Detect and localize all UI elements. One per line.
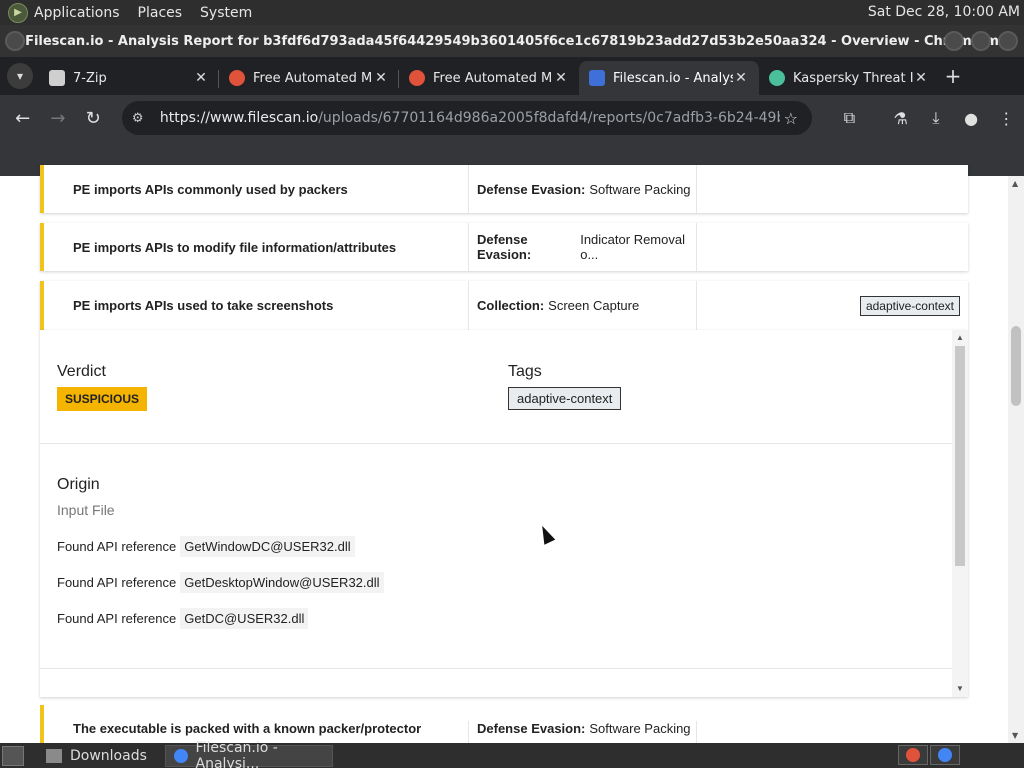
tab-label: Free Automated M bbox=[433, 70, 553, 86]
api-name: GetWindowDC@USER32.dll bbox=[180, 536, 355, 557]
task-chromium[interactable]: Filescan.io - Analysi... bbox=[164, 740, 333, 768]
signature-tags bbox=[696, 165, 968, 213]
bookmark-star-icon[interactable]: ☆ bbox=[780, 109, 802, 128]
signature-title: PE imports APIs to modify file informati… bbox=[73, 239, 397, 255]
mitre-technique: Defense Evasion: Software Packing bbox=[468, 165, 696, 213]
signature-title: PE imports APIs used to take screenshots bbox=[73, 298, 334, 313]
tab-filescan[interactable]: Filescan.io - Analys ✕ bbox=[579, 61, 759, 95]
address-bar[interactable]: ⚙ https://www.filescan.io/uploads/677011… bbox=[121, 101, 812, 135]
origin-value: Input File bbox=[57, 502, 115, 518]
7zip-icon bbox=[49, 70, 65, 86]
origin-heading: Origin bbox=[57, 476, 100, 493]
tab-free-automated-2[interactable]: Free Automated M ✕ bbox=[399, 61, 579, 95]
firefox-icon bbox=[229, 70, 245, 86]
api-name: GetDC@USER32.dll bbox=[180, 608, 309, 629]
tab-search-icon[interactable]: ▾ bbox=[7, 63, 33, 89]
tab-label: Kaspersky Threat I bbox=[793, 70, 913, 86]
reload-icon[interactable]: ↻ bbox=[77, 101, 110, 135]
forward-arrow-icon[interactable]: → bbox=[41, 101, 74, 135]
api-reference: Found API reference GetDesktopWindow@USER… bbox=[57, 572, 384, 593]
window-menu-icon[interactable] bbox=[5, 31, 25, 51]
task-downloads[interactable]: Downloads bbox=[38, 745, 155, 767]
tag-badge[interactable]: adaptive-context bbox=[859, 295, 960, 316]
tab-label: Filescan.io - Analys bbox=[613, 70, 733, 86]
browser-toolbar: ← → ↻ ⚙ https://www.filescan.io/uploads/… bbox=[0, 95, 1024, 141]
site-info-icon[interactable]: ⚙ bbox=[132, 111, 154, 126]
tab-7zip[interactable]: 7-Zip ✕ bbox=[39, 61, 219, 95]
tab-close-icon[interactable]: ✕ bbox=[193, 70, 209, 86]
taskbar: Downloads Filescan.io - Analysi... bbox=[0, 740, 1024, 768]
signature-title: The executable is packed with a known pa… bbox=[73, 721, 422, 736]
back-arrow-icon[interactable]: ← bbox=[6, 101, 39, 135]
firefox-launcher-icon[interactable] bbox=[898, 745, 928, 765]
minimize-icon[interactable] bbox=[944, 31, 964, 51]
tab-label: 7-Zip bbox=[73, 70, 107, 86]
tab-close-icon[interactable]: ✕ bbox=[913, 70, 929, 86]
mitre-technique: Collection: Screen Capture bbox=[468, 281, 696, 330]
window-titlebar: Filescan.io - Analysis Report for b3fdf6… bbox=[0, 25, 1024, 57]
tag-badge[interactable]: adaptive-context bbox=[508, 387, 622, 410]
close-window-icon[interactable] bbox=[998, 31, 1018, 51]
tab-strip: ▾ 7-Zip ✕ Free Automated M ✕ Free Automa… bbox=[0, 57, 1024, 95]
api-reference: Found API reference GetWindowDC@USER32.dl… bbox=[57, 536, 355, 557]
verdict-badge: SUSPICIOUS bbox=[57, 387, 148, 411]
show-desktop-icon[interactable] bbox=[2, 745, 24, 766]
signature-tags bbox=[696, 223, 968, 271]
maximize-icon[interactable] bbox=[971, 31, 991, 51]
api-reference: Found API reference GetDC@USER32.dll bbox=[57, 608, 309, 629]
new-tab-icon[interactable]: + bbox=[939, 64, 967, 88]
shield-icon bbox=[589, 70, 605, 86]
window-title: Filescan.io - Analysis Report for b3fdf6… bbox=[25, 33, 999, 49]
kaspersky-icon bbox=[769, 70, 785, 86]
folder-icon bbox=[46, 748, 62, 763]
signature-tags bbox=[696, 721, 968, 743]
verdict-heading: Verdict bbox=[57, 363, 106, 380]
tab-kaspersky[interactable]: Kaspersky Threat I ✕ bbox=[759, 61, 939, 95]
top-panel: ▶ Applications Places System Sat Dec 28,… bbox=[0, 0, 1024, 25]
chromium-launcher-icon[interactable] bbox=[930, 745, 960, 765]
places-menu[interactable]: Places bbox=[138, 5, 183, 21]
gnome-logo-icon[interactable]: ▶ bbox=[8, 2, 28, 23]
system-tray bbox=[896, 745, 960, 765]
tab-close-icon[interactable]: ✕ bbox=[373, 70, 389, 86]
mitre-technique: Defense Evasion: Software Packing bbox=[468, 721, 696, 743]
signature-row-expanded[interactable]: PE imports APIs used to take screenshots… bbox=[40, 281, 968, 330]
page-scrollbar[interactable]: ▲ ▼ bbox=[1008, 176, 1024, 743]
url-text[interactable]: https://www.filescan.io/uploads/67701164… bbox=[160, 110, 780, 126]
details-scrollbar[interactable]: ▲ ▼ bbox=[952, 330, 968, 697]
signature-details-panel: Verdict SUSPICIOUS Tags adaptive-context… bbox=[40, 330, 968, 697]
tags-heading: Tags bbox=[508, 363, 542, 380]
firefox-icon bbox=[409, 70, 425, 86]
tab-label: Free Automated M bbox=[253, 70, 373, 86]
extensions-icon[interactable]: ⧉ bbox=[832, 108, 867, 128]
clock[interactable]: Sat Dec 28, 10:00 AM bbox=[868, 4, 1020, 20]
kebab-menu-icon[interactable]: ⋮ bbox=[989, 109, 1024, 128]
mitre-technique: Defense Evasion: Indicator Removal o... bbox=[468, 223, 696, 271]
signature-tags: adaptive-context bbox=[696, 281, 968, 330]
labs-flask-icon[interactable]: ⚗ bbox=[883, 109, 918, 128]
signature-row[interactable]: PE imports APIs to modify file informati… bbox=[40, 223, 968, 271]
download-icon[interactable]: ⤓ bbox=[918, 108, 953, 128]
applications-menu[interactable]: Applications bbox=[34, 5, 120, 21]
chromium-icon bbox=[173, 748, 188, 763]
signature-title: PE imports APIs commonly used by packers bbox=[73, 181, 348, 197]
tab-close-icon[interactable]: ✕ bbox=[733, 70, 749, 86]
api-name: GetDesktopWindow@USER32.dll bbox=[180, 572, 384, 593]
system-menu[interactable]: System bbox=[200, 5, 252, 21]
tab-free-automated-1[interactable]: Free Automated M ✕ bbox=[219, 61, 399, 95]
signature-row[interactable]: The executable is packed with a known pa… bbox=[40, 705, 968, 743]
signature-row[interactable]: PE imports APIs commonly used by packers… bbox=[40, 165, 968, 213]
profile-icon[interactable]: ● bbox=[954, 109, 989, 128]
tab-close-icon[interactable]: ✕ bbox=[553, 70, 569, 86]
